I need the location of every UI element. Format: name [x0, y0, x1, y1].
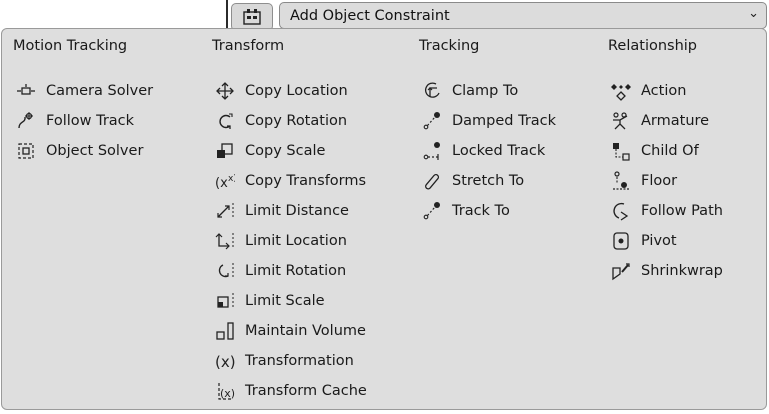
menu-item-track-to[interactable]: Track To	[421, 199, 510, 223]
column-title-motion-tracking: Motion Tracking	[13, 38, 128, 54]
camera-solver-icon	[15, 81, 37, 101]
menu-item-label: Limit Distance	[245, 203, 349, 219]
menu-item-child-of[interactable]: Child Of	[610, 139, 699, 163]
menu-item-label: Shrinkwrap	[641, 263, 723, 279]
child-of-icon	[610, 141, 632, 161]
svg-text:(x: (x	[215, 176, 228, 191]
menu-item-label: Object Solver	[46, 143, 144, 159]
menu-item-floor[interactable]: Floor	[610, 169, 677, 193]
menu-item-pivot[interactable]: Pivot	[610, 229, 677, 253]
follow-track-icon	[15, 111, 37, 131]
background-strip	[0, 410, 769, 414]
menu-item-follow-path[interactable]: Follow Path	[610, 199, 723, 223]
maintain-volume-icon	[214, 321, 236, 341]
action-icon	[610, 81, 632, 101]
add-object-constraint-dropdown[interactable]: Add Object Constraint ⌄	[279, 2, 767, 29]
svg-text:(x): (x)	[220, 387, 235, 400]
svg-text:(x): (x)	[215, 353, 235, 371]
limit-distance-icon	[214, 201, 236, 221]
column-title-transform: Transform	[212, 38, 285, 54]
copy-location-icon	[214, 81, 236, 101]
menu-item-label: Limit Scale	[245, 293, 325, 309]
pivot-icon	[610, 231, 632, 251]
floor-icon	[610, 171, 632, 191]
menu-item-transformation[interactable]: (x) Transformation	[214, 349, 354, 373]
menu-item-copy-scale[interactable]: Copy Scale	[214, 139, 325, 163]
transform-cache-icon: (x)	[214, 381, 236, 401]
menu-item-locked-track[interactable]: Locked Track	[421, 139, 545, 163]
menu-item-label: Stretch To	[452, 173, 525, 189]
menu-item-armature[interactable]: Armature	[610, 109, 709, 133]
menu-item-label: Follow Track	[46, 113, 135, 129]
menu-item-label: Copy Location	[245, 83, 348, 99]
constraint-tab-icon	[243, 9, 261, 25]
menu-item-label: Clamp To	[452, 83, 519, 99]
damped-track-icon	[421, 111, 443, 131]
menu-item-label: Armature	[641, 113, 710, 129]
menu-item-label: Pivot	[641, 233, 677, 249]
menu-item-label: Copy Rotation	[245, 113, 348, 129]
menu-item-transform-cache[interactable]: (x) Transform Cache	[214, 379, 367, 403]
track-to-icon	[421, 201, 443, 221]
limit-location-icon	[214, 231, 236, 251]
menu-item-limit-distance[interactable]: Limit Distance	[214, 199, 349, 223]
dropdown-label: Add Object Constraint	[290, 7, 450, 24]
copy-transforms-icon: (xx)	[214, 171, 236, 191]
menu-item-label: Camera Solver	[46, 83, 154, 99]
object-solver-icon	[15, 141, 37, 161]
menu-item-shrinkwrap[interactable]: Shrinkwrap	[610, 259, 723, 283]
chevron-down-icon: ⌄	[748, 6, 759, 21]
menu-item-limit-rotation[interactable]: Limit Rotation	[214, 259, 346, 283]
menu-item-object-solver[interactable]: Object Solver	[15, 139, 143, 163]
menu-item-label: Follow Path	[641, 203, 723, 219]
menu-item-limit-location[interactable]: Limit Location	[214, 229, 347, 253]
locked-track-icon	[421, 141, 443, 161]
menu-item-copy-transforms[interactable]: (xx) Copy Transforms	[214, 169, 366, 193]
svg-text:x): x)	[228, 174, 235, 184]
menu-item-label: Transformation	[245, 353, 354, 369]
copy-rotation-icon	[214, 111, 236, 131]
column-title-relationship: Relationship	[608, 38, 698, 54]
menu-item-damped-track[interactable]: Damped Track	[421, 109, 556, 133]
menu-item-label: Copy Scale	[245, 143, 326, 159]
clamp-to-icon	[421, 81, 443, 101]
menu-item-label: Track To	[452, 203, 510, 219]
menu-item-limit-scale[interactable]: Limit Scale	[214, 289, 325, 313]
menu-item-label: Locked Track	[452, 143, 546, 159]
menu-item-maintain-volume[interactable]: Maintain Volume	[214, 319, 366, 343]
menu-item-action[interactable]: Action	[610, 79, 686, 103]
menu-item-label: Limit Rotation	[245, 263, 347, 279]
menu-item-stretch-to[interactable]: Stretch To	[421, 169, 524, 193]
stretch-to-icon	[421, 171, 443, 191]
menu-item-copy-location[interactable]: Copy Location	[214, 79, 348, 103]
menu-item-label: Action	[641, 83, 687, 99]
menu-item-camera-solver[interactable]: Camera Solver	[15, 79, 153, 103]
armature-icon	[610, 111, 632, 131]
menu-item-follow-track[interactable]: Follow Track	[15, 109, 134, 133]
follow-path-icon	[610, 201, 632, 221]
menu-item-label: Transform Cache	[245, 383, 367, 399]
menu-item-clamp-to[interactable]: Clamp To	[421, 79, 518, 103]
shrinkwrap-icon	[610, 261, 632, 281]
limit-rotation-icon	[214, 261, 236, 281]
menu-item-label: Limit Location	[245, 233, 347, 249]
menu-item-label: Damped Track	[452, 113, 557, 129]
constraint-menu: Motion Tracking Camera Solver Follow Tra…	[1, 28, 767, 410]
menu-item-label: Maintain Volume	[245, 323, 366, 339]
column-title-tracking: Tracking	[419, 38, 480, 54]
menu-item-label: Copy Transforms	[245, 173, 367, 189]
menu-item-copy-rotation[interactable]: Copy Rotation	[214, 109, 347, 133]
copy-scale-icon	[214, 141, 236, 161]
limit-scale-icon	[214, 291, 236, 311]
menu-item-label: Child Of	[641, 143, 699, 159]
constraint-properties-button[interactable]	[231, 3, 273, 31]
transformation-icon: (x)	[214, 351, 236, 371]
menu-item-label: Floor	[641, 173, 678, 189]
